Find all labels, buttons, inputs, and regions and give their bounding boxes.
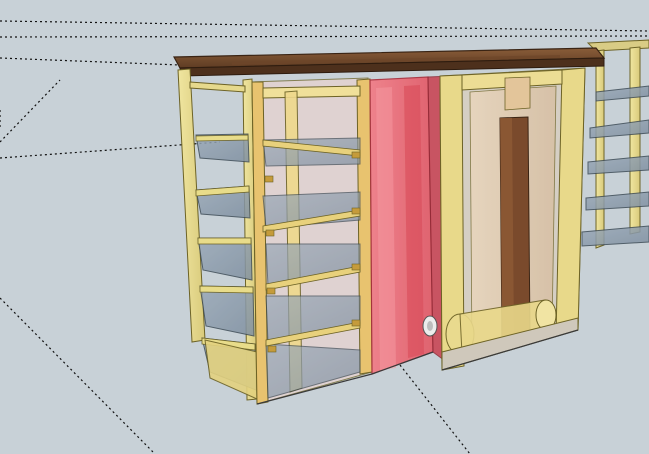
shelf-pin-7: [351, 263, 361, 271]
left-rail-3: [197, 237, 252, 245]
shelf-pin-1: [264, 175, 274, 183]
center-cabinet[interactable]: [251, 77, 373, 405]
shelf-pin-4: [267, 345, 277, 353]
horizon-axis-line: [0, 35, 649, 38]
right-shelf-unit[interactable]: [581, 39, 649, 249]
right-cabinet[interactable]: [422, 67, 586, 371]
left-rail-1: [195, 134, 249, 142]
shelf-pin-3: [266, 287, 276, 295]
axis-line-upper: [0, 20, 649, 32]
shelf-pin-5: [351, 151, 361, 159]
right-cabinet-upper-block: [504, 76, 531, 111]
axis-line-right: [399, 364, 471, 454]
right-shelf-5: [581, 225, 649, 247]
left-shelf-section[interactable]: [177, 68, 258, 401]
3d-scene-canvas[interactable]: [0, 0, 649, 454]
axis-line-left: [0, 57, 181, 66]
center-cabinet-top-rail: [262, 85, 361, 99]
right-unit-post: [595, 49, 605, 249]
shelf-pin-2: [265, 229, 275, 237]
left-rail-4: [199, 285, 254, 294]
shelf-pin-8: [351, 319, 361, 327]
modeling-viewport[interactable]: [0, 0, 649, 454]
pink-divider-panel[interactable]: [369, 75, 453, 375]
shelf-pin-6: [351, 207, 361, 215]
axis-line-diagonal: [0, 79, 61, 143]
axis-line-lower: [0, 297, 156, 454]
left-top-rail: [189, 81, 246, 93]
round-knob-center: [427, 321, 433, 331]
left-shelf-4: [199, 285, 255, 337]
